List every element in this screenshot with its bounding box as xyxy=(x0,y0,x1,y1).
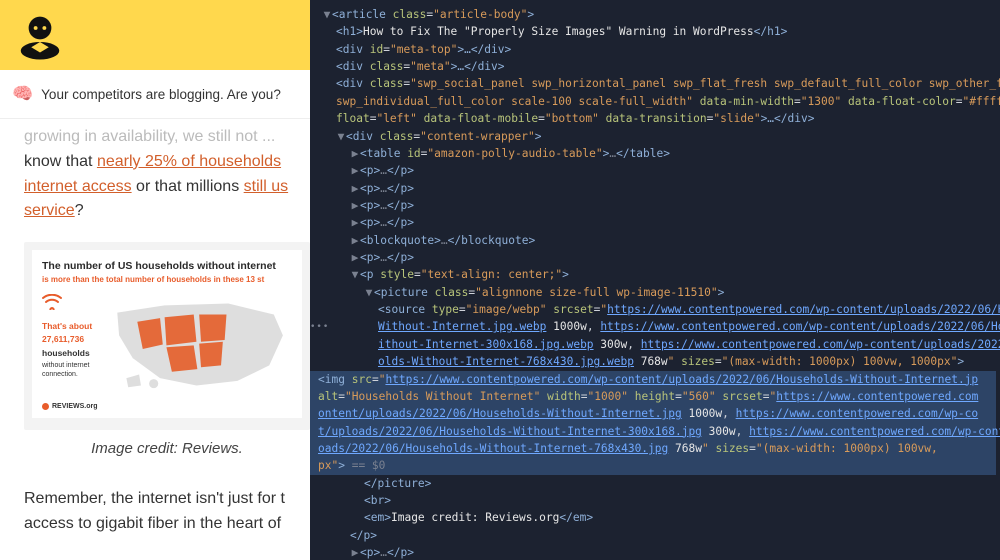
link-households[interactable]: nearly 25% of households xyxy=(97,153,281,170)
expand-toggle[interactable]: ▶ xyxy=(350,180,360,197)
devtools-elements-panel[interactable]: ••• ▼<article class="article-body"> <h1>… xyxy=(310,0,1000,560)
expand-toggle[interactable]: ▶ xyxy=(350,249,360,266)
site-logo-icon xyxy=(12,7,68,63)
expand-toggle[interactable]: ▼ xyxy=(336,128,346,145)
site-banner xyxy=(0,0,310,70)
faded-line: growing in availability, we still not ..… xyxy=(24,125,310,150)
expand-toggle[interactable]: ▼ xyxy=(350,266,360,283)
article-excerpt: growing in availability, we still not ..… xyxy=(0,119,310,224)
selected-element[interactable]: <img src="https://www.contentpowered.com… xyxy=(310,371,996,388)
promo-bar: 🧠 Your competitors are blogging. Are you… xyxy=(0,70,310,119)
webpage-panel: 🧠 Your competitors are blogging. Are you… xyxy=(0,0,310,560)
link-internet-access[interactable]: internet access xyxy=(24,178,132,195)
brain-icon: 🧠 xyxy=(12,84,33,104)
figure-subtitle: is more than the total number of househo… xyxy=(42,275,292,284)
figure-stat-box: That's about 27,611,736 households witho… xyxy=(42,292,104,397)
expand-toggle[interactable]: ▶ xyxy=(350,145,360,162)
us-map xyxy=(110,292,292,397)
figure-credit: Image credit: Reviews. xyxy=(24,440,310,457)
wifi-icon xyxy=(42,292,104,316)
reviews-badge: REVIEWS.org xyxy=(42,403,292,410)
expand-toggle[interactable]: ▶ xyxy=(350,162,360,179)
figure-title: The number of US households without inte… xyxy=(42,260,292,273)
expand-toggle[interactable]: ▶ xyxy=(350,197,360,214)
link-still-use[interactable]: still us xyxy=(244,178,288,195)
expand-toggle[interactable]: ▶ xyxy=(350,544,360,560)
promo-text: Your competitors are blogging. Are you? xyxy=(41,87,281,102)
expand-toggle[interactable]: ▼ xyxy=(322,6,332,23)
ellipsis-icon: ••• xyxy=(310,321,329,335)
expand-toggle[interactable]: ▶ xyxy=(350,232,360,249)
article-paragraph: Remember, the internet isn't just for t … xyxy=(0,463,310,537)
figure: The number of US households without inte… xyxy=(24,242,310,457)
expand-toggle[interactable]: ▶ xyxy=(350,214,360,231)
link-service[interactable]: service xyxy=(24,202,75,219)
expand-toggle[interactable]: ▼ xyxy=(364,284,374,301)
